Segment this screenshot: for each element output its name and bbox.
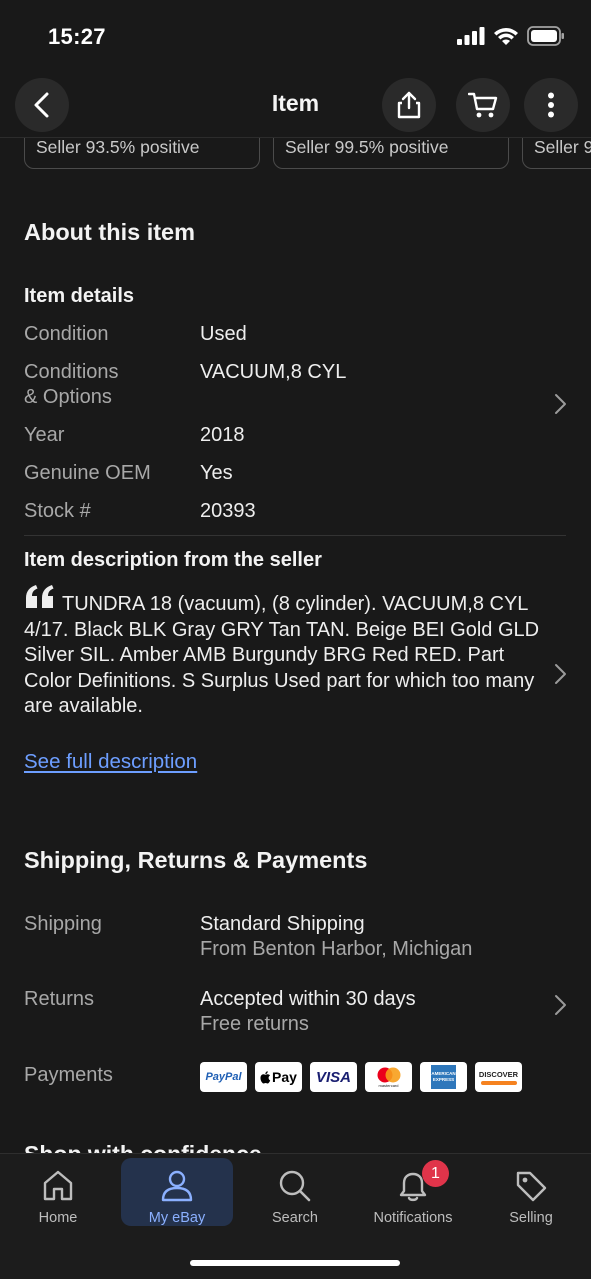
battery-icon: [527, 26, 564, 46]
shipping-value: Standard Shipping: [200, 913, 365, 935]
shipping-from: From Benton Harbor, Michigan: [200, 938, 473, 960]
discover-logo-text: DISCOVER: [478, 1069, 519, 1079]
detail-value: VACUUM,8 CYL: [200, 361, 347, 383]
shipping-label: Shipping: [24, 913, 102, 935]
detail-value: Used: [200, 323, 247, 345]
tab-label: Notifications: [373, 1210, 453, 1226]
seller-chip[interactable]: Seller 9: [522, 138, 591, 169]
tag-icon: [516, 1171, 547, 1202]
amex-logo: AMERICAN EXPRESS: [420, 1062, 467, 1092]
visa-logo: VISA: [310, 1062, 357, 1092]
item-details-title: Item details: [24, 285, 135, 307]
more-options-button[interactable]: [524, 78, 578, 132]
status-icons: [457, 26, 565, 46]
paypal-logo-text: PayPal: [205, 1071, 242, 1083]
seller-chip[interactable]: Seller 99.5% positive: [273, 138, 509, 169]
detail-label: Condition: [24, 323, 109, 345]
returns-note: Free returns: [200, 1013, 309, 1035]
detail-label: Genuine OEM: [24, 462, 151, 484]
cart-icon: [468, 92, 498, 118]
apple-pay-text: Pay: [272, 1069, 297, 1085]
search-icon: [279, 1170, 311, 1202]
more-vertical-icon: [548, 92, 554, 118]
tab-my-ebay[interactable]: My eBay: [121, 1158, 233, 1226]
apple-icon: [260, 1070, 271, 1083]
mastercard-logo: mastercard: [365, 1062, 412, 1092]
chevron-right-icon[interactable]: [552, 392, 568, 416]
detail-value: Yes: [200, 462, 233, 484]
returns-value: Accepted within 30 days: [200, 988, 416, 1010]
detail-value: 20393: [200, 500, 256, 522]
home-indicator: [190, 1260, 400, 1266]
tab-search[interactable]: Search: [239, 1158, 351, 1226]
see-full-description-link[interactable]: See full description: [24, 750, 197, 774]
apple-pay-logo: Pay: [255, 1062, 302, 1092]
tab-label: Search: [272, 1210, 318, 1226]
cart-button[interactable]: [456, 78, 510, 132]
discover-logo: DISCOVER: [475, 1062, 522, 1092]
chevron-right-icon[interactable]: [552, 993, 568, 1017]
status-bar: 15:27: [0, 0, 591, 72]
tab-label: My eBay: [148, 1210, 206, 1226]
tab-home[interactable]: Home: [2, 1158, 114, 1226]
payments-label: Payments: [24, 1064, 113, 1086]
visa-logo-text: VISA: [315, 1068, 351, 1086]
tab-notifications[interactable]: 1 Notifications: [357, 1158, 469, 1226]
divider: [24, 535, 566, 536]
share-button[interactable]: [382, 78, 436, 132]
detail-value: 2018: [200, 424, 245, 446]
share-icon: [397, 91, 421, 119]
tab-label: Home: [38, 1210, 78, 1226]
top-nav: Item: [0, 72, 591, 138]
mastercard-logo-text: mastercard: [378, 1082, 399, 1088]
about-section-title: About this item: [24, 219, 196, 245]
tab-label: Selling: [509, 1210, 553, 1226]
person-icon: [161, 1170, 193, 1202]
detail-label: Conditions & Options: [24, 361, 119, 408]
payment-methods: PayPal Pay VISA mastercard AMERICAN EXPR…: [200, 1062, 522, 1092]
item-description-title: Item description from the seller: [24, 549, 322, 571]
seller-chip[interactable]: Seller 93.5% positive: [24, 138, 260, 169]
chevron-right-icon[interactable]: [552, 662, 568, 686]
detail-label: Year: [24, 424, 65, 446]
bottom-tab-bar: Home My eBay Search 1 Notifications Sell…: [0, 1153, 591, 1279]
home-icon: [43, 1170, 73, 1201]
shipping-section-title: Shipping, Returns & Payments: [24, 847, 368, 873]
detail-label: Stock #: [24, 500, 91, 522]
cellular-signal-icon: [457, 27, 485, 45]
notification-badge: 1: [422, 1160, 449, 1187]
amex-logo-text: AMERICAN EXPRESS: [431, 1071, 456, 1082]
item-description-text: TUNDRA 18 (vacuum), (8 cylinder). VACUUM…: [24, 593, 540, 717]
paypal-logo: PayPal: [200, 1062, 247, 1092]
item-content[interactable]: Seller 93.5% positive Seller 99.5% posit…: [0, 138, 591, 1154]
mastercard-circles-icon: [377, 1067, 400, 1082]
returns-label: Returns: [24, 988, 95, 1010]
status-time: 15:27: [48, 24, 106, 49]
wifi-icon: [494, 27, 518, 45]
tab-selling[interactable]: Selling: [475, 1158, 587, 1226]
